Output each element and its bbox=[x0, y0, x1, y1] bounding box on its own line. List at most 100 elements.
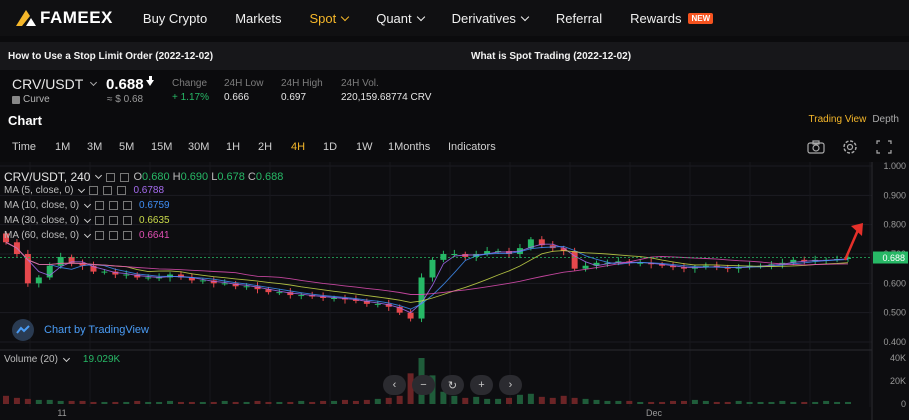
interval-1d[interactable]: 1D bbox=[323, 141, 337, 153]
camera-icon[interactable] bbox=[806, 138, 826, 156]
news-link-stop-limit[interactable]: How to Use a Stop Limit Order (2022-12-0… bbox=[8, 51, 213, 62]
scroll-left-button[interactable]: ‹ bbox=[383, 375, 406, 395]
gear-icon[interactable] bbox=[840, 138, 860, 156]
scroll-right-button[interactable]: › bbox=[499, 375, 522, 395]
chevron-down-icon bbox=[83, 230, 92, 238]
interval-1m[interactable]: 1M bbox=[55, 141, 70, 153]
visibility-icon[interactable] bbox=[120, 172, 130, 182]
candle-body bbox=[440, 254, 447, 260]
volume-bar bbox=[549, 397, 556, 404]
interval-2h[interactable]: 2H bbox=[258, 141, 272, 153]
volume-bar bbox=[582, 398, 589, 404]
tab-depth[interactable]: Depth bbox=[872, 114, 899, 125]
brand-logo[interactable]: FAMEEX bbox=[16, 8, 113, 28]
candle-body bbox=[298, 295, 305, 297]
interval-15m[interactable]: 15M bbox=[151, 141, 172, 153]
nav-item-label: Spot bbox=[309, 10, 337, 26]
price-down-arrow-head-icon bbox=[146, 80, 154, 86]
volume-bar bbox=[604, 400, 611, 404]
volume-bar bbox=[188, 401, 195, 404]
visibility-icon[interactable] bbox=[109, 201, 119, 210]
close-icon[interactable] bbox=[123, 201, 133, 210]
interval-5m[interactable]: 5M bbox=[119, 141, 134, 153]
nav-item-quant[interactable]: Quant bbox=[376, 11, 425, 26]
ma-label[interactable]: MA (5, close, 0) bbox=[4, 185, 73, 196]
volume-bar bbox=[331, 400, 338, 404]
volume-bar bbox=[506, 397, 513, 404]
volume-bar bbox=[145, 401, 152, 404]
visibility-icon[interactable] bbox=[103, 186, 113, 195]
stat-24h-low: 24H Low 0.666 bbox=[224, 78, 263, 103]
reset-zoom-button[interactable]: ↻ bbox=[441, 375, 464, 395]
fameex-logo-icon bbox=[16, 10, 36, 26]
volume-bar bbox=[68, 400, 75, 404]
interval-3m[interactable]: 3M bbox=[87, 141, 102, 153]
nav-item-rewards[interactable]: Rewards NEW bbox=[630, 10, 714, 26]
volume-bar bbox=[363, 399, 370, 404]
volume-bar bbox=[670, 400, 677, 404]
nav-item-spot[interactable]: Spot bbox=[309, 10, 350, 26]
chevron-down-icon bbox=[78, 185, 86, 193]
nav-item-buy-crypto[interactable]: Buy Crypto bbox=[143, 11, 207, 26]
ma-legend-row: MA (5, close, 0) 0.6788 bbox=[4, 185, 164, 196]
volume-bar bbox=[801, 401, 808, 404]
stat-24h-vol: 24H Vol. 220,159.68774 CRV bbox=[341, 78, 431, 103]
ma-label[interactable]: MA (30, close, 0) bbox=[4, 215, 79, 226]
nav-item-label: Rewards bbox=[630, 10, 682, 26]
tab-trading-view[interactable]: Trading View bbox=[809, 114, 867, 125]
close-icon[interactable] bbox=[123, 216, 133, 225]
volume-bar bbox=[823, 400, 830, 404]
new-badge: NEW bbox=[688, 12, 714, 24]
interval-1h[interactable]: 1H bbox=[226, 141, 240, 153]
interval-4h[interactable]: 4H bbox=[291, 141, 305, 153]
volume-bar bbox=[298, 400, 305, 404]
interval-30m[interactable]: 30M bbox=[188, 141, 209, 153]
nav-item-referral[interactable]: Referral bbox=[556, 11, 602, 26]
interval-1months[interactable]: 1Months bbox=[388, 141, 430, 153]
visibility-icon[interactable] bbox=[109, 216, 119, 225]
settings-icon[interactable] bbox=[95, 216, 105, 225]
settings-icon[interactable] bbox=[106, 172, 116, 182]
tradingview-logo-icon bbox=[12, 319, 34, 341]
news-link-spot-trading[interactable]: What is Spot Trading (2022-12-02) bbox=[471, 51, 631, 62]
settings-icon[interactable] bbox=[89, 186, 99, 195]
ma-label[interactable]: MA (10, close, 0) bbox=[4, 200, 79, 211]
visibility-icon[interactable] bbox=[109, 231, 119, 240]
volume-bar bbox=[177, 401, 184, 404]
zoom-out-button[interactable]: − bbox=[412, 375, 435, 395]
candle-body bbox=[123, 274, 130, 276]
ma-legend-row: MA (10, close, 0) 0.6759 bbox=[4, 200, 170, 211]
legend-symbol[interactable]: CRV/USDT, 240 bbox=[4, 170, 90, 184]
zoom-in-button[interactable]: + bbox=[470, 375, 493, 395]
volume-bar bbox=[779, 400, 786, 404]
volume-bar bbox=[527, 393, 534, 404]
volume-bar bbox=[276, 401, 283, 404]
interval-time[interactable]: Time bbox=[12, 141, 36, 153]
volume-bar bbox=[560, 395, 567, 404]
volume-label[interactable]: Volume (20) bbox=[4, 354, 58, 365]
nav-item-markets[interactable]: Markets bbox=[235, 11, 281, 26]
volume-bar bbox=[571, 397, 578, 404]
close-icon[interactable] bbox=[117, 186, 127, 195]
y-tick-label: 0.800 bbox=[883, 220, 906, 230]
settings-icon[interactable] bbox=[95, 201, 105, 210]
volume-bar bbox=[746, 401, 753, 404]
volume-bar bbox=[13, 397, 20, 404]
interval-1w[interactable]: 1W bbox=[356, 141, 373, 153]
news-bar: How to Use a Stop Limit Order (2022-12-0… bbox=[0, 42, 909, 70]
ma-label[interactable]: MA (60, close, 0) bbox=[4, 230, 79, 241]
legend-symbol-row: CRV/USDT, 240 O0.680 H0.690 L0.678 C0.68… bbox=[4, 170, 283, 184]
volume-bar bbox=[626, 400, 633, 404]
nav-item-derivatives[interactable]: Derivatives bbox=[452, 11, 530, 26]
interval-indicators[interactable]: Indicators bbox=[448, 141, 496, 153]
tradingview-credit[interactable]: Chart by TradingView bbox=[12, 319, 149, 341]
settings-icon[interactable] bbox=[95, 231, 105, 240]
fullscreen-icon[interactable] bbox=[874, 138, 894, 156]
volume-bar bbox=[167, 400, 174, 404]
pair-selector[interactable]: CRV/USDT bbox=[12, 76, 98, 92]
nav-item-label: Markets bbox=[235, 10, 282, 26]
close-icon[interactable] bbox=[123, 231, 133, 240]
volume-bar bbox=[134, 400, 141, 404]
volume-bar bbox=[812, 401, 819, 404]
moving-average-line bbox=[5, 241, 849, 314]
